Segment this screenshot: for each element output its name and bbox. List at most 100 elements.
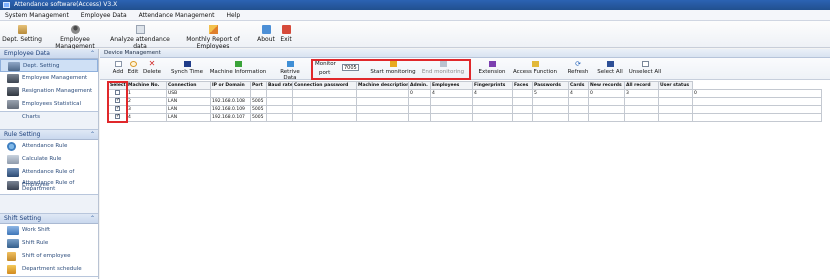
col-employees[interactable]: Employees [430, 81, 473, 90]
monthly-report-label: Monthly Report of Employees [186, 36, 240, 50]
extension-button[interactable]: Extension [476, 58, 508, 80]
menu-help[interactable]: Help [221, 10, 245, 21]
retrive-data-button[interactable]: Retrive Data [274, 58, 306, 81]
table-cell: 192.168.0.109 [210, 105, 251, 114]
sidebar: Employee Data ⌃ Dept. Setting Employee M… [0, 49, 99, 279]
sidebar-item-resignation-management[interactable]: Resignation Management [0, 85, 98, 98]
monthly-report-button[interactable]: Monthly Report of Employees [172, 21, 254, 50]
table-cell: 192.168.0.107 [210, 113, 251, 122]
table-cell [472, 105, 513, 114]
col-fingerprints[interactable]: Fingerprints [472, 81, 513, 90]
table-row[interactable]: 3LAN192.168.0.1095005 [108, 105, 822, 114]
delete-button[interactable]: ✕ Delete [142, 58, 162, 80]
machine-information-button[interactable]: Machine Information [208, 58, 268, 80]
menu-attendance-management[interactable]: Attendance Management [134, 10, 220, 21]
work-shift-icon [7, 226, 19, 235]
menu-bar: System Management Employee Data Attendan… [0, 10, 830, 21]
col-connection[interactable]: Connection [166, 81, 211, 90]
synch-time-button[interactable]: Synch Time [169, 58, 205, 80]
table-cell [692, 97, 822, 106]
analyze-icon [135, 25, 145, 34]
table-cell [692, 113, 822, 122]
table-cell [532, 113, 569, 122]
menu-system-management[interactable]: System Management [0, 10, 74, 21]
table-cell: 1 [126, 89, 167, 98]
edit-button[interactable]: Edit [127, 58, 139, 80]
sidebar-item-employee-management[interactable]: Employee Management [0, 72, 98, 85]
col-machine-no[interactable]: Machine No. [126, 81, 167, 90]
col-ip-domain[interactable]: IP or Domain [210, 81, 251, 90]
table-cell [356, 105, 409, 114]
select-all-icon [606, 61, 614, 67]
table-cell [356, 97, 409, 106]
select-column-highlight [107, 81, 128, 123]
sidebar-item-shift-of-employee[interactable]: Shift of employee [0, 250, 98, 263]
sidebar-item-label: Attendance Rule of Department [22, 180, 75, 192]
sidebar-group-employee-data[interactable]: Employee Data ⌃ [0, 49, 98, 59]
table-cell [692, 105, 822, 114]
analyze-button[interactable]: Analyze attendance data [110, 21, 170, 50]
col-passwords[interactable]: Passwords [532, 81, 569, 90]
access-function-button[interactable]: Access Function [512, 58, 558, 80]
sidebar-item-work-shift[interactable]: Work Shift [0, 224, 98, 237]
col-port[interactable]: Port [250, 81, 267, 90]
dept-setting-icon [17, 25, 27, 34]
table-cell: 4 [472, 89, 513, 98]
chart-icon [7, 100, 19, 109]
table-cell: 5 [532, 89, 569, 98]
edit-icon [129, 61, 137, 67]
col-user-status[interactable]: User status [658, 81, 693, 90]
col-machine-description[interactable]: Machine description [356, 81, 409, 90]
unselect-all-button[interactable]: Unselect All [628, 58, 662, 80]
collapse-icon[interactable]: ⌃ [90, 214, 95, 224]
dept-setting-button[interactable]: Dept. Setting [2, 21, 42, 48]
employee-management-icon [7, 74, 19, 83]
table-cell [512, 97, 533, 106]
collapse-icon[interactable]: ⌃ [90, 130, 95, 140]
col-new-records[interactable]: New records [588, 81, 625, 90]
employee-management-button[interactable]: Employee Management [42, 21, 108, 50]
sidebar-item-department-schedule[interactable]: Department schedule [0, 263, 98, 276]
table-cell: 5005 [250, 105, 267, 114]
table-cell [408, 113, 431, 122]
col-admin[interactable]: Admin. [408, 81, 431, 90]
sidebar-item-calculate-rule[interactable]: Calculate Rule [0, 153, 98, 166]
select-all-button[interactable]: Select All [595, 58, 625, 80]
about-label: About [257, 36, 275, 43]
sidebar-group-shift-setting[interactable]: Shift Setting ⌃ [0, 214, 98, 224]
table-cell [658, 89, 693, 98]
table-row[interactable]: 1 USB 0 4 4 5 4 0 3 0 [108, 89, 822, 98]
sidebar-item-attendance-rule-department[interactable]: Attendance Rule of Department [0, 179, 98, 194]
sidebar-item-attendance-rule-employee[interactable]: Attendance Rule of Employee [0, 166, 98, 188]
sidebar-item-attendance-rule[interactable]: Attendance Rule [0, 140, 98, 153]
add-button[interactable]: Add [112, 58, 124, 80]
collapse-icon[interactable]: ⌃ [90, 49, 95, 59]
col-all-record[interactable]: All record [624, 81, 659, 90]
shift-rule-icon [7, 239, 19, 248]
sidebar-group-body: Work Shift Shift Rule Shift of employee … [0, 224, 98, 277]
refresh-button[interactable]: ⟳ Refresh [566, 58, 590, 80]
sidebar-item-dept-setting[interactable]: Dept. Setting [0, 59, 98, 72]
about-button[interactable]: About [256, 21, 276, 48]
exit-label: Exit [280, 36, 292, 43]
sidebar-item-shift-rule[interactable]: Shift Rule [0, 237, 98, 250]
exit-button[interactable]: Exit [278, 21, 294, 48]
menu-employee-data[interactable]: Employee Data [76, 10, 132, 21]
table-cell [408, 97, 431, 106]
table-row[interactable]: 2LAN192.168.0.1085005 [108, 97, 822, 106]
table-cell [624, 97, 659, 106]
sidebar-group-rule-setting[interactable]: Rule Setting ⌃ [0, 130, 98, 140]
sidebar-item-statistical-charts[interactable]: Employees Statistical Charts [0, 98, 98, 120]
table-cell: LAN [166, 105, 211, 114]
machine-information-label: Machine Information [209, 69, 267, 75]
table-cell [266, 97, 293, 106]
col-faces[interactable]: Faces [512, 81, 533, 90]
table-row[interactable]: 4LAN192.168.0.1075005 [108, 113, 822, 122]
col-baud-rate[interactable]: Baud rate [266, 81, 293, 90]
col-connection-password[interactable]: Connection password [292, 81, 357, 90]
col-cards[interactable]: Cards [568, 81, 589, 90]
dept-setting-label: Dept. Setting [2, 36, 42, 43]
table-cell [532, 105, 569, 114]
sidebar-item-label: Dept. Setting [23, 63, 60, 69]
table-cell: 3 [624, 89, 659, 98]
